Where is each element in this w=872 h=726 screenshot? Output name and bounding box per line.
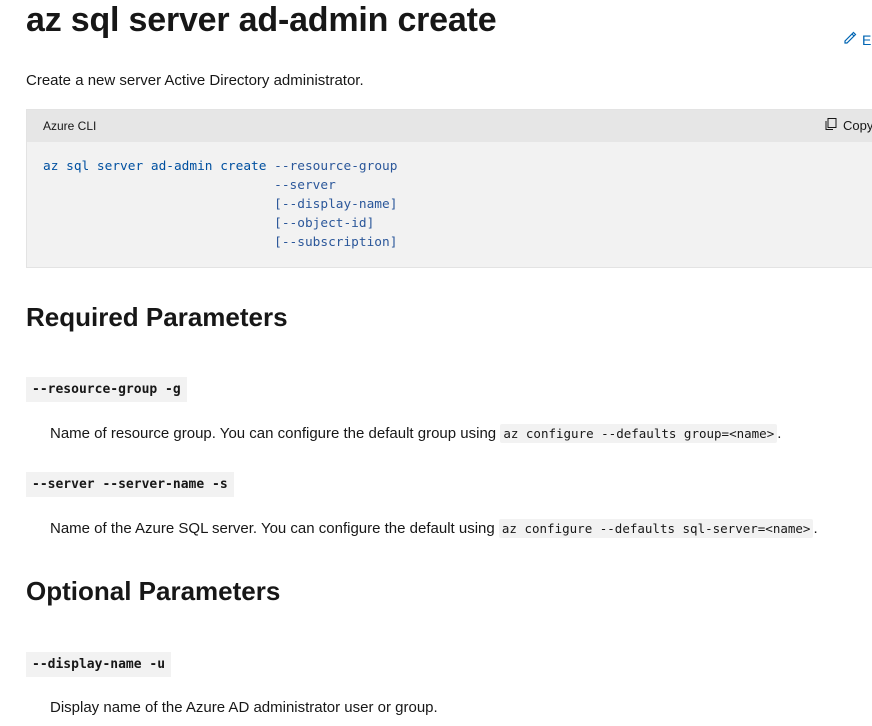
inline-code: az configure --defaults group=<name> xyxy=(500,424,778,443)
param-description-text: Name of the Azure SQL server. You can co… xyxy=(50,520,499,537)
pencil-icon xyxy=(842,30,858,49)
copy-icon xyxy=(824,117,838,134)
required-parameters-heading: Required Parameters xyxy=(26,302,288,332)
code-language-label: Azure CLI xyxy=(43,119,97,133)
copy-button-label: Copy xyxy=(843,118,872,133)
param-description-text: Name of resource group. You can configur… xyxy=(50,425,501,442)
edit-link-label: Ec xyxy=(862,31,872,48)
copy-button[interactable]: Copy xyxy=(824,117,872,134)
code-arg: [--display-name] xyxy=(274,197,398,212)
code-command: az sql server ad-admin create xyxy=(43,159,267,174)
edit-link[interactable]: Ec xyxy=(842,30,872,49)
code-arg: --resource-group xyxy=(274,159,398,174)
param-description-text: . xyxy=(777,425,782,442)
param-description-text: Display name of the Azure AD administrat… xyxy=(50,699,438,716)
param-description-display-name: Display name of the Azure AD administrat… xyxy=(50,699,438,716)
param-name-server: --server --server-name -s xyxy=(26,472,234,497)
param-description-resource-group: Name of resource group. You can configur… xyxy=(50,424,782,443)
page-description: Create a new server Active Directory adm… xyxy=(26,72,364,89)
page-title: az sql server ad-admin create xyxy=(26,1,497,39)
param-name-display-name: --display-name -u xyxy=(26,652,172,677)
code-arg: [--subscription] xyxy=(274,235,398,250)
code-arg: --server xyxy=(274,178,336,193)
code-snippet[interactable]: az sql server ad-admin create --resource… xyxy=(43,157,397,252)
param-name-resource-group: --resource-group -g xyxy=(26,377,187,402)
param-description-text: . xyxy=(813,520,818,537)
param-description-server: Name of the Azure SQL server. You can co… xyxy=(50,519,818,538)
code-block: Azure CLI Copy az sql server ad-admin cr… xyxy=(26,109,872,268)
code-arg: [--object-id] xyxy=(274,216,375,231)
inline-code: az configure --defaults sql-server=<name… xyxy=(498,519,814,538)
code-block-header: Azure CLI Copy xyxy=(27,110,872,142)
optional-parameters-heading: Optional Parameters xyxy=(26,576,281,606)
